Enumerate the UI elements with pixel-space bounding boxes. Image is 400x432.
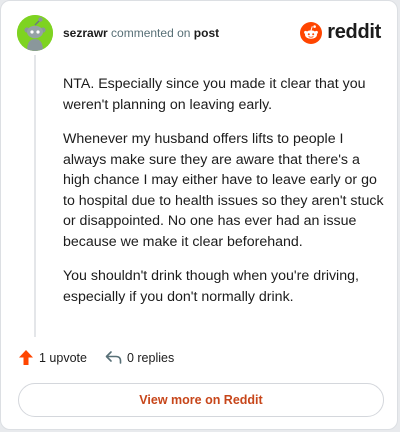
comment-embed-card: sezrawr commented on post reddit NTA. Es…: [0, 0, 398, 430]
snoo-avatar-icon: [17, 15, 53, 51]
comment-actions: 1 upvote 0 replies: [18, 349, 174, 366]
upvote-count: 1 upvote: [39, 350, 87, 365]
avatar[interactable]: [17, 15, 53, 51]
upvote-arrow-icon: [19, 350, 33, 365]
view-more-button[interactable]: View more on Reddit: [18, 383, 384, 417]
reddit-logo-icon: [300, 21, 323, 44]
comment-header: sezrawr commented on post: [63, 26, 219, 40]
username[interactable]: sezrawr: [63, 26, 108, 40]
post-link[interactable]: post: [194, 26, 219, 40]
logo-text: reddit: [327, 21, 381, 43]
reply-arrow-icon: [105, 351, 122, 364]
replies-button[interactable]: 0 replies: [105, 350, 174, 365]
comment-paragraph: You shouldn't drink though when you're d…: [63, 268, 359, 305]
replies-count: 0 replies: [126, 350, 175, 365]
comment-paragraph: NTA. Especially since you made it clear …: [63, 76, 366, 113]
comment-paragraph: Whenever my husband offers lifts to peop…: [63, 131, 384, 250]
reddit-logo[interactable]: reddit: [300, 21, 381, 44]
upvote-button[interactable]: 1 upvote: [18, 349, 87, 366]
comment-body: NTA. Especially since you made it clear …: [63, 74, 385, 321]
action-text: commented on: [111, 26, 191, 40]
thread-line: [34, 55, 36, 337]
